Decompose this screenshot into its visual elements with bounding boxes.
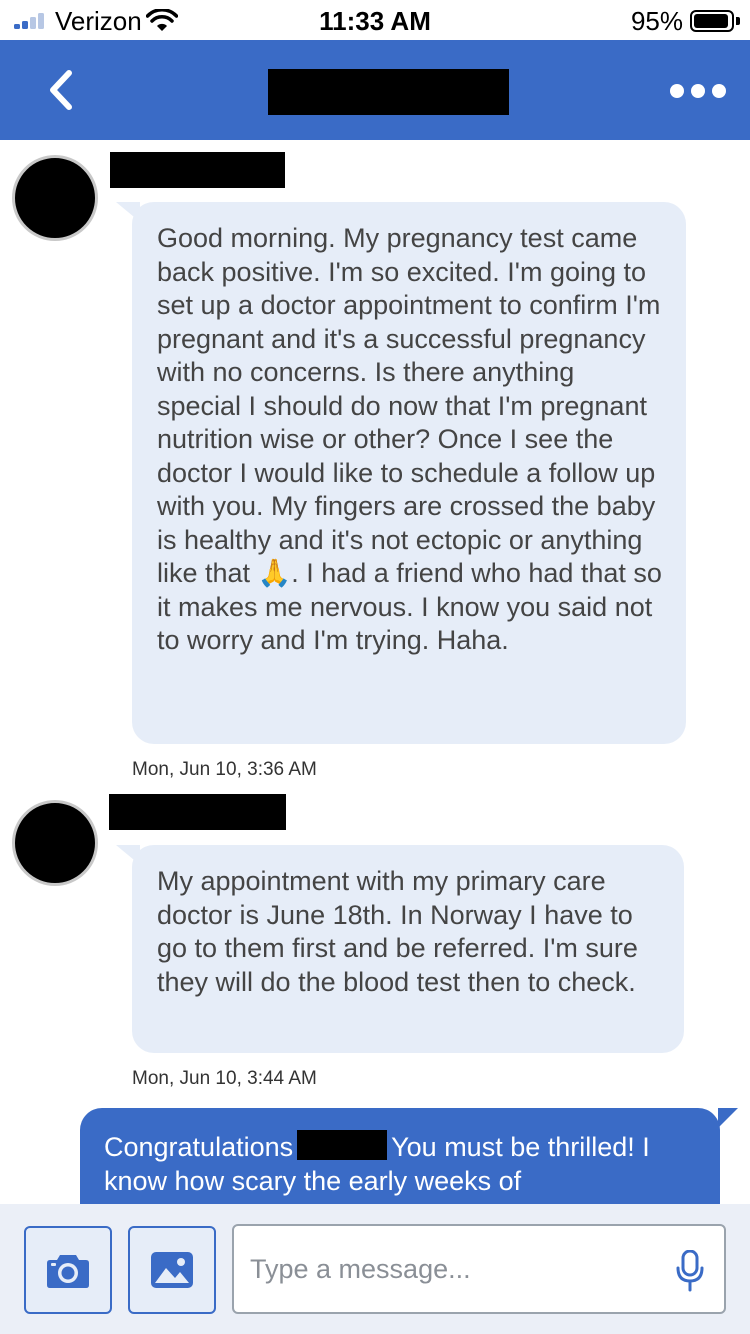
message-bubble-incoming: My appointment with my primary care doct…: [132, 845, 684, 1053]
message-field[interactable]: [232, 1224, 726, 1314]
message-timestamp: Mon, Jun 10, 3:36 AM: [132, 759, 317, 780]
avatar: [12, 800, 98, 886]
more-options-button[interactable]: [670, 76, 726, 106]
message-input[interactable]: [250, 1226, 660, 1312]
message-bubble-incoming: Good morning. My pregnancy test came bac…: [132, 202, 686, 744]
message-text: Congratulations: [104, 1132, 294, 1162]
back-button[interactable]: [30, 60, 90, 120]
redacted-contact-name: [268, 69, 509, 115]
message-composer: [0, 1204, 750, 1334]
battery-percentage: 95%: [630, 6, 683, 36]
message-timestamp: Mon, Jun 10, 3:44 AM: [132, 1068, 317, 1089]
ellipsis-icon: [670, 84, 684, 98]
chevron-left-icon: [50, 70, 72, 110]
battery-icon: [690, 10, 734, 32]
redacted-name: [297, 1130, 388, 1160]
status-bar: Verizon 11:33 AM 95%: [0, 0, 750, 40]
battery-tip: [736, 17, 740, 25]
avatar: [12, 155, 98, 241]
image-icon: [151, 1252, 193, 1288]
photo-library-button[interactable]: [128, 1226, 216, 1314]
nav-bar: [0, 40, 750, 140]
folded-hands-emoji: 🙏: [257, 558, 292, 589]
microphone-icon[interactable]: [676, 1250, 704, 1292]
camera-button[interactable]: [24, 1226, 112, 1314]
bubble-tail: [718, 1108, 738, 1128]
redacted-sender-name: [109, 794, 286, 830]
redacted-sender-name: [110, 152, 285, 188]
message-text: My appointment with my primary care doct…: [157, 866, 638, 997]
message-text: Good morning. My pregnancy test came bac…: [157, 223, 661, 588]
camera-icon: [47, 1255, 89, 1288]
